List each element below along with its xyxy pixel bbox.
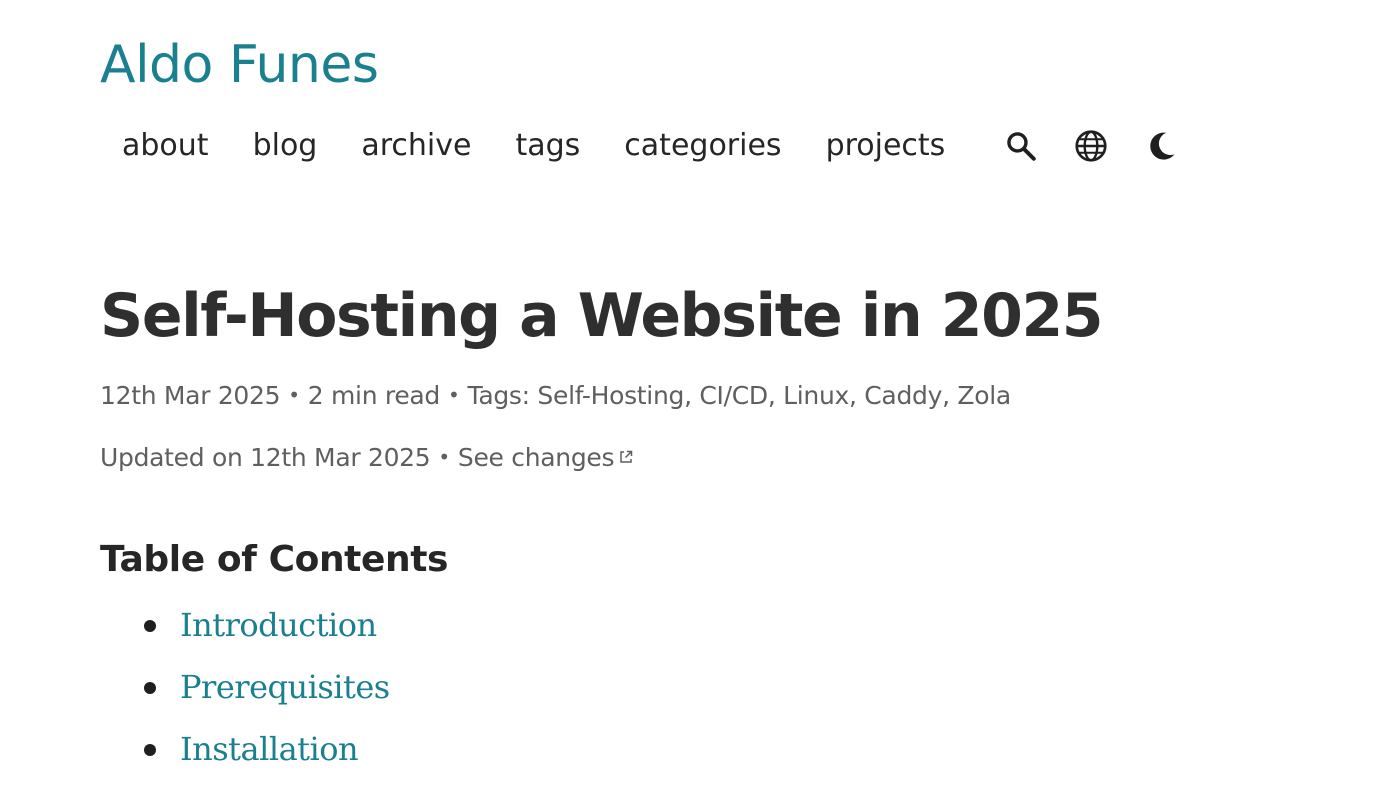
meta-separator: • <box>288 383 300 407</box>
toc-link-introduction[interactable]: Introduction <box>180 606 377 644</box>
meta-separator: • <box>448 383 460 407</box>
nav-link-projects[interactable]: projects <box>804 122 968 170</box>
toc-item: Installation <box>100 724 390 786</box>
nav-link-categories[interactable]: categories <box>602 122 803 170</box>
toc-link-installation[interactable]: Installation <box>180 730 359 768</box>
bullet-icon <box>144 682 156 694</box>
tag-link-linux[interactable]: Linux <box>783 381 849 410</box>
toc-link-prerequisites[interactable]: Prerequisites <box>180 668 390 706</box>
post-meta: 12th Mar 2025 • 2 min read • Tags: Self-Host… <box>100 377 1011 414</box>
see-changes-label: See changes <box>457 443 615 472</box>
nav-link-blog[interactable]: blog <box>231 122 340 170</box>
bullet-icon <box>144 744 156 756</box>
main-nav: about blog archive tags categories proje… <box>100 122 1211 170</box>
external-link-icon <box>620 450 633 463</box>
tag-separator: , <box>942 381 958 410</box>
see-changes-link[interactable]: See changes <box>458 443 634 472</box>
moon-icon <box>1150 132 1175 160</box>
tag-link-zola[interactable]: Zola <box>957 381 1011 410</box>
read-time: 2 min read <box>307 381 441 410</box>
post-title: Self-Hosting a Website in 2025 <box>100 281 1104 351</box>
toc-heading: Table of Contents <box>100 539 449 580</box>
nav-icon-group <box>1001 126 1211 166</box>
globe-icon <box>1075 130 1107 162</box>
tags-label: Tags: <box>467 381 538 410</box>
tag-separator: , <box>767 381 784 410</box>
nav-link-about[interactable]: about <box>100 122 231 170</box>
nav-link-archive[interactable]: archive <box>339 122 493 170</box>
post-updated: Updated on 12th Mar 2025 • See changes <box>100 439 634 476</box>
post-date: 12th Mar 2025 <box>100 381 281 410</box>
tag-link-self-hosting[interactable]: Self-Hosting <box>537 381 684 410</box>
theme-toggle-button[interactable] <box>1141 126 1181 166</box>
language-button[interactable] <box>1071 126 1111 166</box>
updated-text: Updated on 12th Mar 2025 <box>100 443 431 472</box>
site-title[interactable]: Aldo Funes <box>100 30 379 100</box>
tag-link-ci-cd[interactable]: CI/CD <box>699 381 768 410</box>
tag-link-caddy[interactable]: Caddy <box>864 381 942 410</box>
nav-link-tags[interactable]: tags <box>493 122 602 170</box>
toc-list: Introduction Prerequisites Installation <box>100 600 390 786</box>
toc-item: Introduction <box>100 600 390 662</box>
toc-item: Prerequisites <box>100 662 390 724</box>
search-icon <box>1007 132 1037 161</box>
tag-separator: , <box>848 381 865 410</box>
bullet-icon <box>144 620 156 632</box>
search-button[interactable] <box>1001 126 1041 166</box>
tag-separator: , <box>684 381 700 410</box>
meta-separator: • <box>438 445 450 469</box>
